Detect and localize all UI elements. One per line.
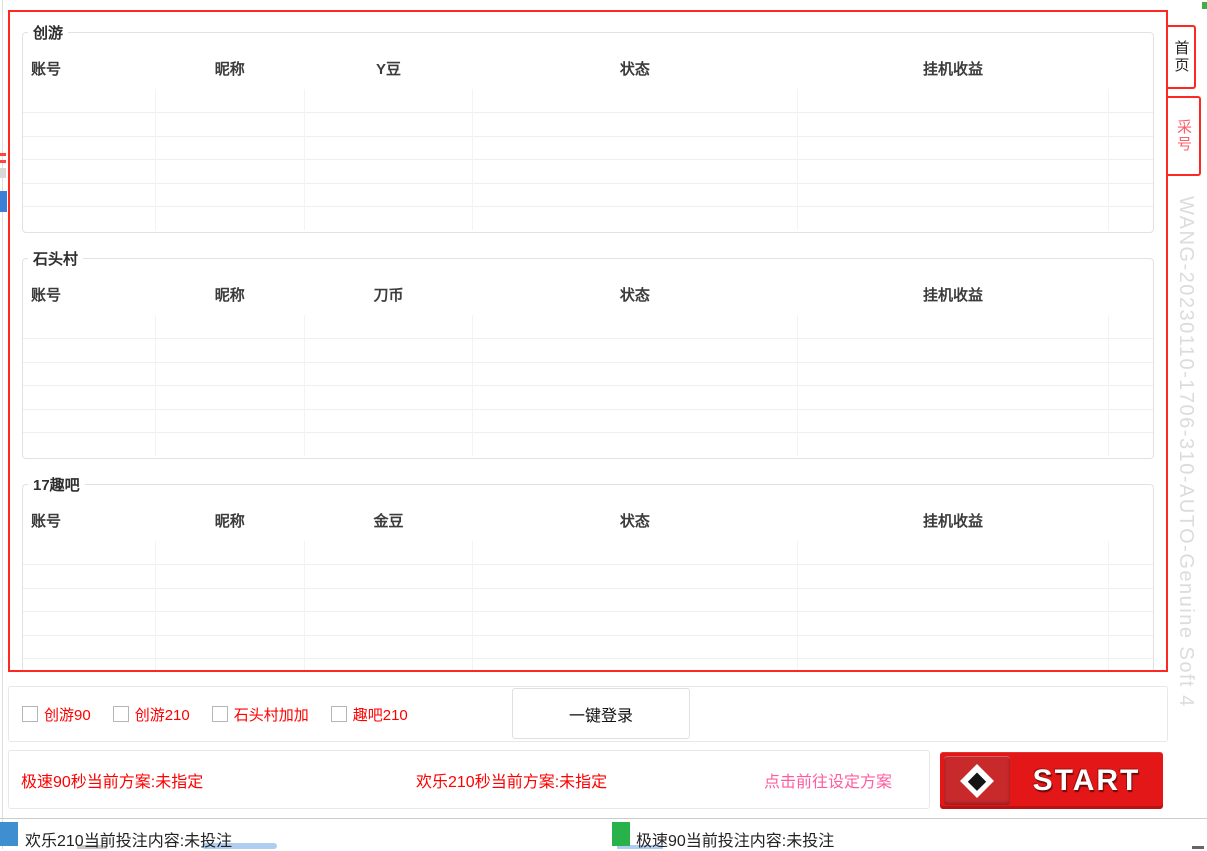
- background-fragment: [0, 168, 6, 178]
- col-account: 账号: [23, 273, 155, 315]
- col-spacer: [1109, 273, 1153, 315]
- diamond-inner-shape: [968, 771, 986, 789]
- table-row[interactable]: [23, 136, 1153, 160]
- group-title: 17趣吧: [28, 474, 85, 495]
- tab-account-collect[interactable]: 采号: [1168, 96, 1201, 176]
- diamond-icon[interactable]: [944, 756, 1010, 805]
- col-nickname: 昵称: [155, 499, 304, 541]
- accounts-panel: 创游 账号 昵称 Y豆 状态 挂机收益: [8, 10, 1168, 672]
- table-row[interactable]: [23, 89, 1153, 113]
- table-row[interactable]: [23, 315, 1153, 339]
- table-header-row: 账号 昵称 金豆 状态 挂机收益: [23, 499, 1153, 541]
- col-idle-income: 挂机收益: [797, 499, 1109, 541]
- diamond-outer-shape: [960, 764, 994, 798]
- plan-status-panel: 极速90秒当前方案:未指定 欢乐210秒当前方案:未指定 点击前往设定方案: [8, 750, 930, 809]
- checkbox-chuangyou90[interactable]: 创游90: [22, 704, 91, 725]
- table-header-row: 账号 昵称 刀币 状态 挂机收益: [23, 273, 1153, 315]
- background-fragment: [0, 160, 6, 163]
- accounts-table-17quba[interactable]: 账号 昵称 金豆 状态 挂机收益: [23, 499, 1153, 672]
- table-row[interactable]: [23, 565, 1153, 589]
- table-row[interactable]: [23, 362, 1153, 386]
- checkbox-label: 创游90: [44, 704, 91, 725]
- background-fragment: [0, 191, 7, 212]
- col-currency: 刀币: [304, 273, 472, 315]
- checkbox-icon[interactable]: [331, 706, 347, 722]
- col-currency: Y豆: [304, 47, 472, 89]
- checkbox-icon[interactable]: [22, 706, 38, 722]
- table-row[interactable]: [23, 541, 1153, 565]
- col-spacer: [1109, 47, 1153, 89]
- checkbox-label: 石头村加加: [234, 704, 309, 725]
- background-fragment: [1202, 2, 1207, 9]
- background-fragment: [0, 153, 6, 156]
- happy210-plan-status: 欢乐210秒当前方案:未指定: [416, 768, 607, 792]
- col-account: 账号: [23, 47, 155, 89]
- tab-home[interactable]: 首页: [1168, 25, 1196, 89]
- license-watermark: WANG-20230110-1706-310-AUTO-Genuine Soft…: [1174, 196, 1197, 708]
- checkbox-quba210[interactable]: 趣吧210: [331, 704, 408, 725]
- start-button[interactable]: START: [940, 752, 1163, 809]
- checkbox-label: 创游210: [135, 704, 190, 725]
- happy210-bet-status: 欢乐210当前投注内容:未投注: [25, 827, 232, 851]
- group-title: 石头村: [28, 248, 83, 269]
- col-status: 状态: [473, 273, 797, 315]
- group-chuangyou: 创游 账号 昵称 Y豆 状态 挂机收益: [22, 22, 1154, 233]
- group-shitoucun: 石头村 账号 昵称 刀币 状态 挂机收益: [22, 248, 1154, 459]
- group-17quba: 17趣吧 账号 昵称 金豆 状态 挂机收益: [22, 474, 1154, 672]
- happy210-color-swatch: [0, 822, 18, 846]
- checkbox-label: 趣吧210: [353, 704, 408, 725]
- table-row[interactable]: [23, 113, 1153, 137]
- accounts-table-shitoucun[interactable]: 账号 昵称 刀币 状态 挂机收益: [23, 273, 1153, 456]
- col-spacer: [1109, 499, 1153, 541]
- group-title: 创游: [28, 22, 68, 43]
- one-key-login-button[interactable]: 一键登录: [512, 688, 690, 739]
- table-header-row: 账号 昵称 Y豆 状态 挂机收益: [23, 47, 1153, 89]
- bottom-divider: [0, 818, 1207, 819]
- checkbox-icon[interactable]: [212, 706, 228, 722]
- col-currency: 金豆: [304, 499, 472, 541]
- table-row[interactable]: [23, 659, 1153, 673]
- table-row[interactable]: [23, 433, 1153, 457]
- background-window-edge: [2, 0, 3, 849]
- col-account: 账号: [23, 499, 155, 541]
- fast90-bet-status: 极速90当前投注内容:未投注: [636, 827, 834, 851]
- fast90-plan-status: 极速90秒当前方案:未指定: [21, 768, 203, 792]
- accounts-table-chuangyou[interactable]: 账号 昵称 Y豆 状态 挂机收益: [23, 47, 1153, 230]
- col-status: 状态: [473, 47, 797, 89]
- checkbox-icon[interactable]: [113, 706, 129, 722]
- table-row[interactable]: [23, 588, 1153, 612]
- checkbox-shitoucun-jiajia[interactable]: 石头村加加: [212, 704, 309, 725]
- table-row[interactable]: [23, 612, 1153, 636]
- fast90-color-swatch: [612, 822, 630, 846]
- col-status: 状态: [473, 499, 797, 541]
- start-button-label: START: [1010, 764, 1163, 798]
- col-nickname: 昵称: [155, 47, 304, 89]
- table-row[interactable]: [23, 386, 1153, 410]
- table-row[interactable]: [23, 160, 1153, 184]
- table-row[interactable]: [23, 207, 1153, 231]
- table-row[interactable]: [23, 183, 1153, 207]
- table-row[interactable]: [23, 635, 1153, 659]
- col-idle-income: 挂机收益: [797, 273, 1109, 315]
- goto-plan-settings-link[interactable]: 点击前往设定方案: [764, 768, 892, 792]
- table-row[interactable]: [23, 339, 1153, 363]
- checkbox-chuangyou210[interactable]: 创游210: [113, 704, 190, 725]
- col-nickname: 昵称: [155, 273, 304, 315]
- table-row[interactable]: [23, 409, 1153, 433]
- col-idle-income: 挂机收益: [797, 47, 1109, 89]
